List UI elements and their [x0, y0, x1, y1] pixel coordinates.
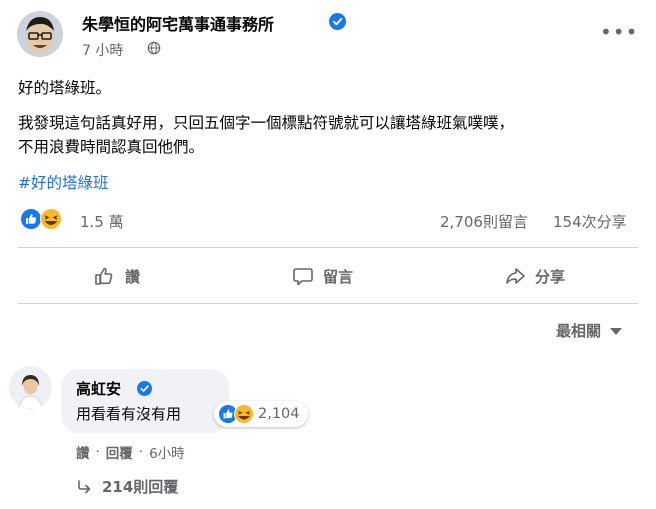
comment-reaction-count: 2,104 — [258, 406, 300, 422]
post-text-line-3: 不用浪費時間認真回他們。 — [18, 138, 205, 156]
sort-dropdown[interactable]: 最相關 — [556, 320, 623, 341]
page-name[interactable]: 朱學恒的阿宅萬事通事務所 — [82, 11, 274, 35]
comment-button[interactable]: 留言 — [292, 262, 353, 290]
divider — [18, 303, 638, 304]
verified-badge-icon — [137, 381, 152, 396]
comment-author[interactable]: 高虹安 — [76, 378, 121, 399]
more-options-icon[interactable]: ••• — [600, 20, 638, 44]
globe-icon — [147, 41, 161, 55]
reaction-icons[interactable] — [20, 208, 72, 230]
sort-label: 最相關 — [556, 322, 602, 340]
comment-reactions[interactable]: 2,104 — [214, 401, 308, 427]
shares-count[interactable]: 154次分享 — [553, 211, 627, 232]
comment-label: 留言 — [323, 267, 354, 286]
page-avatar[interactable] — [17, 11, 63, 57]
divider — [18, 247, 638, 248]
separator: · — [138, 444, 144, 460]
reaction-count[interactable]: 1.5 萬 — [80, 211, 124, 232]
post-text-line-1: 好的塔綠班。 — [18, 79, 112, 97]
view-replies-link[interactable]: 214則回覆 — [76, 476, 178, 497]
commenter-avatar[interactable] — [9, 366, 52, 409]
comment-reaction-icons — [218, 404, 254, 424]
haha-reaction-icon — [40, 208, 62, 230]
share-button[interactable]: 分享 — [504, 262, 565, 290]
post-text-line-2: 我發現這句話真好用，只回五個字一個標點符號就可以讓塔綠班氣噗噗， — [18, 114, 515, 132]
like-button[interactable]: 讚 — [94, 262, 140, 290]
verified-badge-icon — [329, 13, 346, 30]
comment-timestamp[interactable]: 6小時 — [149, 442, 185, 462]
haha-reaction-icon — [234, 404, 254, 424]
comment-actions: 讚 · 回覆 · 6小時 — [76, 442, 185, 462]
like-reaction-icon — [20, 208, 42, 230]
post-timestamp[interactable]: 7 小時 — [82, 40, 123, 60]
comment-text: 用看看有沒有用 — [76, 405, 182, 423]
like-label: 讚 — [125, 267, 141, 286]
comment-icon — [293, 268, 313, 286]
caret-down-icon — [610, 327, 623, 335]
reply-arrow-icon — [78, 479, 91, 493]
share-label: 分享 — [535, 267, 566, 286]
replies-label: 214則回覆 — [102, 478, 179, 496]
hashtag-link[interactable]: #好的塔綠班 — [18, 171, 109, 193]
separator: · — [95, 444, 100, 460]
comments-count[interactable]: 2,706則留言 — [440, 211, 528, 232]
thumbs-up-icon — [95, 267, 113, 285]
share-icon — [506, 268, 525, 284]
comment-like-link[interactable]: 讚 — [76, 442, 90, 462]
comment-reply-link[interactable]: 回覆 — [106, 442, 133, 462]
